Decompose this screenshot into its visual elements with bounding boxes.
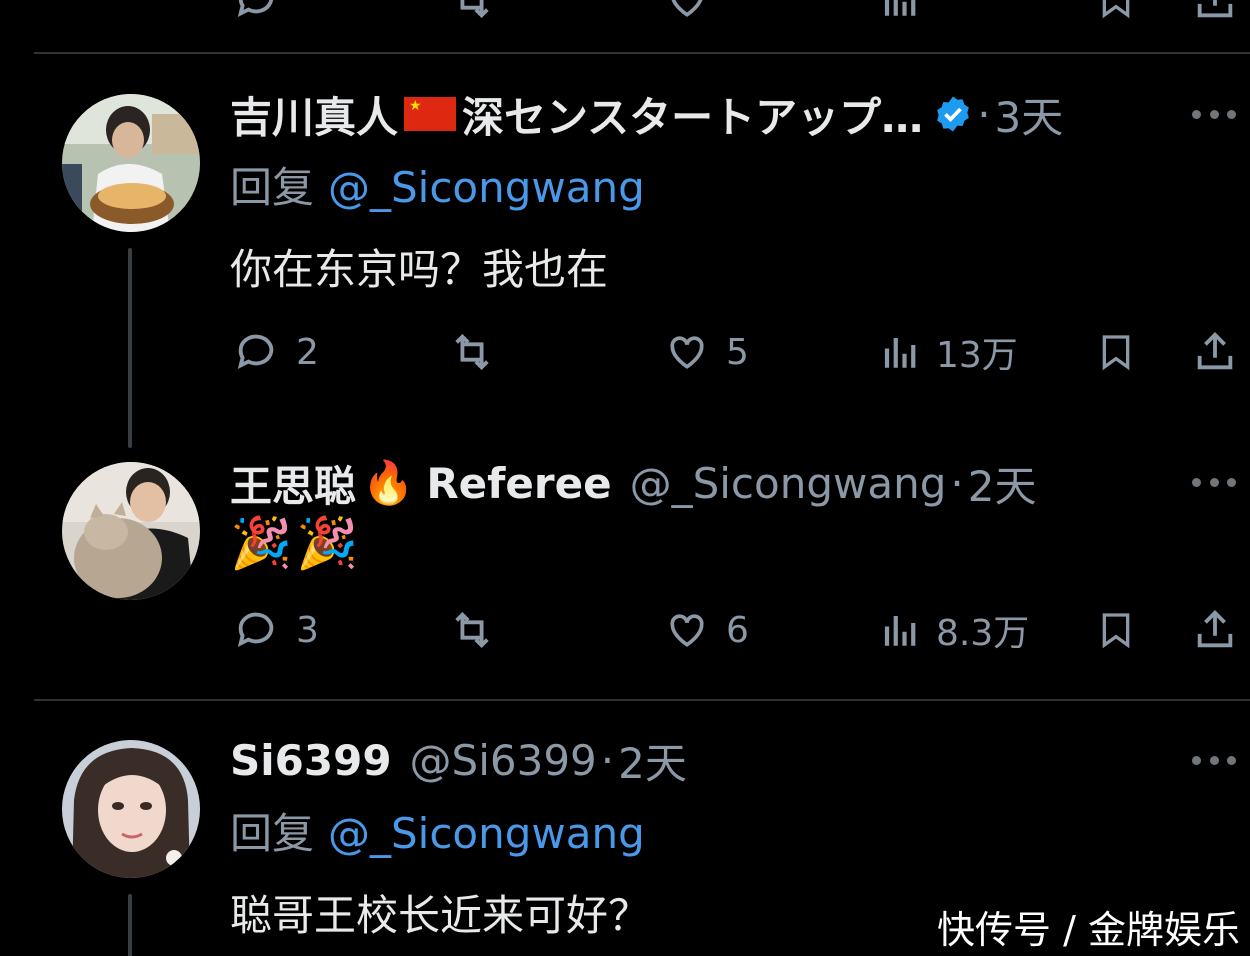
retweet-icon — [455, 333, 489, 371]
avatar[interactable] — [62, 94, 200, 232]
replying-to: 回复 @_Sicongwang — [230, 154, 645, 215]
bookmark-button[interactable] — [1096, 0, 1136, 26]
reply-button[interactable]: 3 — [230, 604, 319, 656]
tweet-text: 🎉🎉 — [230, 514, 363, 572]
retweet-icon — [455, 611, 489, 649]
avatar-photo-man-eating — [62, 94, 200, 232]
share-icon — [1197, 332, 1233, 370]
bookmark-icon — [1102, 0, 1130, 19]
like-button[interactable] — [662, 0, 712, 26]
bookmark-icon — [1102, 613, 1130, 649]
flag-cn-icon: ★ — [404, 97, 457, 131]
reply-count: 3 — [296, 609, 319, 651]
views-count: 13万 — [936, 335, 1018, 376]
avatar-photo-man-with-cat — [62, 462, 200, 600]
avatar-photo-woman — [62, 740, 200, 878]
views-count: 8.3万 — [936, 613, 1030, 654]
reply-prefix: 回复 — [230, 809, 315, 858]
time-separator: · — [600, 735, 615, 785]
share-icon — [1197, 0, 1233, 18]
time-separator: · — [950, 458, 964, 508]
fire-emoji-icon: 🔥 — [362, 458, 415, 507]
thread-connector — [128, 248, 132, 448]
heart-icon — [670, 336, 704, 369]
views-button[interactable] — [880, 0, 922, 26]
display-name[interactable]: 王思聪 — [230, 455, 356, 511]
heart-icon — [670, 614, 704, 647]
bookmark-button[interactable] — [1096, 326, 1136, 378]
speech-bubble-icon — [237, 0, 274, 17]
watermark: 快传号 / 金牌娱乐 — [937, 908, 1240, 952]
previous-tweet-action-bar — [230, 0, 1240, 26]
mention-link[interactable]: @_Sicongwang — [328, 163, 645, 212]
timestamp[interactable]: 2天 — [618, 732, 687, 788]
more-dots-icon[interactable] — [1192, 476, 1236, 488]
handle[interactable]: @Si6399 — [410, 736, 597, 785]
speech-bubble-icon — [237, 612, 274, 647]
tweet-header: 王思聪 🔥 Referee @_Sicongwang · 2天 — [230, 455, 1160, 511]
more-dots-icon[interactable] — [1192, 108, 1236, 120]
tweet-header: 吉川真人 ★ 深センスタートアップ… · 3天 — [230, 86, 1160, 142]
bookmark-button[interactable] — [1096, 604, 1136, 656]
views-button[interactable]: 8.3万 — [880, 604, 1029, 656]
divider — [34, 699, 1250, 701]
avatar[interactable] — [62, 740, 200, 878]
timestamp[interactable]: 3天 — [995, 86, 1064, 142]
retweet-button[interactable] — [444, 0, 500, 26]
retweet-icon — [460, 0, 489, 19]
reply-prefix: 回复 — [230, 163, 315, 212]
heart-icon — [671, 0, 703, 17]
reply-count: 2 — [296, 331, 319, 373]
display-name-suffix[interactable]: Referee — [426, 459, 611, 508]
bar-chart-icon — [884, 616, 916, 646]
time-separator: · — [977, 89, 991, 139]
display-name-suffix[interactable]: 深センスタートアップ… — [462, 86, 923, 142]
replying-to: 回复 @_Sicongwang — [230, 800, 645, 861]
divider — [34, 52, 1250, 54]
more-dots-icon[interactable] — [1192, 754, 1236, 766]
views-button[interactable]: 13万 — [880, 326, 1018, 378]
thread-connector — [128, 894, 132, 956]
like-count: 6 — [726, 609, 749, 651]
share-button[interactable] — [1192, 0, 1238, 26]
timestamp[interactable]: 2天 — [968, 455, 1037, 511]
share-icon — [1197, 610, 1233, 648]
like-count: 5 — [726, 331, 749, 373]
retweet-button[interactable] — [444, 326, 500, 378]
tweet-action-bar: 3 6 8.3万 — [230, 604, 1240, 656]
mention-link[interactable]: @_Sicongwang — [328, 809, 645, 858]
speech-bubble-icon — [237, 334, 274, 369]
share-button[interactable] — [1192, 604, 1238, 656]
bar-chart-icon — [884, 338, 916, 368]
tweet-action-bar: 2 5 13万 — [230, 326, 1240, 378]
display-name[interactable]: Si6399 — [230, 736, 392, 785]
tweet-text: 聪哥王校长近来可好？ — [230, 891, 651, 940]
like-button[interactable]: 6 — [662, 604, 749, 656]
reply-button[interactable]: 2 — [230, 326, 319, 378]
bookmark-icon — [1102, 335, 1130, 371]
tweet-text: 你在东京吗？我也在 — [230, 245, 609, 294]
retweet-button[interactable] — [444, 604, 500, 656]
like-button[interactable]: 5 — [662, 326, 749, 378]
tweet-thread: 吉川真人 ★ 深センスタートアップ… · 3天 回复 @_Sicongwang 你… — [0, 0, 1250, 956]
display-name[interactable]: 吉川真人 — [230, 86, 398, 142]
reply-button[interactable] — [230, 0, 282, 26]
tweet-header: Si6399 @Si6399 · 2天 — [230, 732, 1160, 788]
avatar[interactable] — [62, 462, 200, 600]
handle[interactable]: @_Sicongwang — [630, 459, 947, 508]
verified-badge-icon — [933, 94, 973, 134]
share-button[interactable] — [1192, 326, 1238, 378]
bar-chart-icon — [884, 0, 916, 16]
